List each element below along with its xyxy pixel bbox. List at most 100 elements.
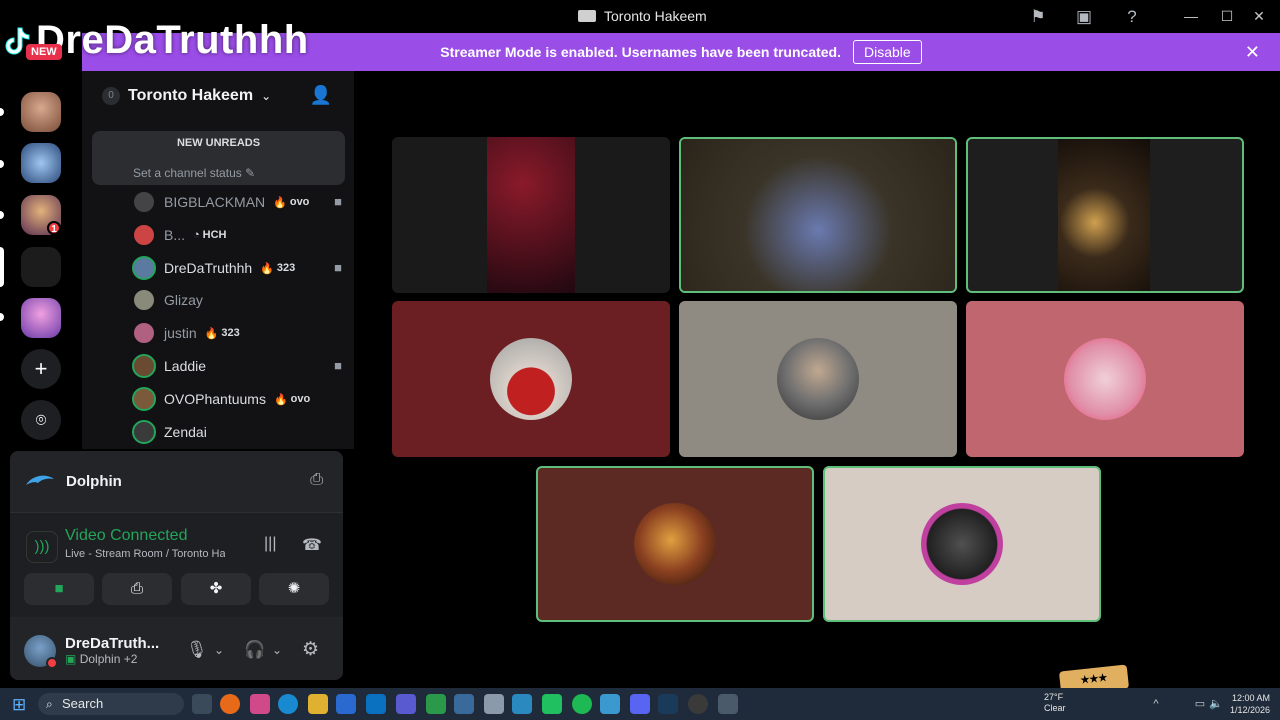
avatar-tile[interactable] [536,466,814,622]
windows-start-icon[interactable]: ⊞ [12,695,26,715]
firefox-icon[interactable] [220,694,240,714]
participant-avatar [1064,338,1146,420]
server-header[interactable]: 0 Toronto Hakeem ⌄ 👤 [82,71,354,121]
signal-icon[interactable]: ))) [26,531,58,563]
voice-location[interactable]: Live - Stream Room / Toronto Ha... [65,548,225,560]
server-icon[interactable] [21,247,61,287]
avatar-tile[interactable] [823,466,1101,622]
user-activity: ▣ Dolphin +2 [65,652,138,666]
voice-member[interactable]: Glizay [132,287,342,313]
activity-bar[interactable]: Dolphin ⎙ [10,451,343,513]
screenshare-button[interactable]: ⎙ [102,573,172,605]
new-unreads-pill[interactable]: NEW UNREADS Set a channel status ✎ [92,131,345,185]
mention-badge: 1 [47,221,61,235]
weather-temp: 27°F [1044,692,1064,702]
weather-widget[interactable]: 27°F Clear [1044,692,1066,714]
voice-member[interactable]: DreDaTruthhh 🔥 323 ■ [132,255,342,281]
app-icon[interactable] [336,694,356,714]
voice-member[interactable]: Laddie ■ [132,353,342,379]
minimize-button[interactable]: — [1176,6,1206,26]
voice-status-text[interactable]: Video Connected [65,527,187,545]
activity-name: Dolphin [66,473,122,490]
outlook-icon[interactable] [366,694,386,714]
member-tag: 🔥 323 [260,262,296,275]
unread-indicator [0,160,4,168]
voice-member[interactable]: justin 🔥 323 [132,320,342,346]
chevron-down-icon[interactable]: ⌄ [272,643,282,657]
file-explorer-icon[interactable] [308,694,328,714]
soundboard-button[interactable]: ✺ [259,573,329,605]
voice-member[interactable]: Zendai [132,419,342,445]
member-name: DreDaTruthhh [164,260,253,276]
invite-people-icon[interactable]: 👤 [310,85,332,106]
disconnect-icon[interactable]: ☎ [302,535,322,555]
close-window-button[interactable]: ✕ [1244,6,1274,26]
volume-icon[interactable]: 🔈 [1206,694,1226,714]
disable-streamer-mode-button[interactable]: Disable [853,40,922,64]
server-icon[interactable] [21,143,61,183]
video-tile[interactable] [392,137,670,293]
settings-icon[interactable] [718,694,738,714]
camera-button[interactable]: ■ [24,573,94,605]
headphones-icon[interactable]: 🎧 [244,640,265,660]
screen-icon[interactable]: ▣ [1074,7,1094,27]
member-name: OVOPhantuums [164,391,266,407]
close-banner-button[interactable]: ✕ [1245,42,1260,63]
avatar [132,288,156,312]
chevron-down-icon: ⌄ [261,89,272,103]
app-icon[interactable] [454,694,474,714]
app-icon[interactable] [512,694,532,714]
server-icon[interactable] [21,92,61,132]
edge-icon[interactable] [278,694,298,714]
voice-member[interactable]: OVOPhantuums 🔥 ovo [132,386,342,412]
system-clock[interactable]: 12:00 AM 1/12/2026 [1228,692,1270,716]
chevron-down-icon[interactable]: ⌄ [214,643,224,657]
steam-icon[interactable] [658,694,678,714]
video-tile[interactable] [679,137,957,293]
windows-taskbar: ⊞ ⌕ Search 27°F Clear ^ ▭ 🔈 12:00 AM 1/1… [0,688,1280,720]
activities-button[interactable]: ✤ [181,573,251,605]
user-panel: Dolphin ⎙ ))) Video Connected Live - Str… [10,451,343,680]
flag-icon[interactable]: ⚑ [1028,7,1048,27]
noise-suppression-icon[interactable]: ||| [264,535,276,553]
user-area[interactable]: DreDaTruth... ▣ Dolphin +2 🎙 ⌄ 🎧 ⌄ ⚙ [10,621,343,680]
stream-game-icon[interactable]: ⎙ [310,471,323,489]
chevron-up-icon[interactable]: ^ [1146,694,1166,714]
app-icon[interactable] [600,694,620,714]
server-icon[interactable] [21,298,61,338]
avatar-tile[interactable] [966,301,1244,457]
microphone-icon[interactable]: 🎙 [186,640,208,660]
member-name: Zendai [164,424,207,440]
app-icon[interactable] [250,694,270,714]
member-name: BIGBLACKMAN [164,194,266,210]
channel-status-text[interactable]: Set a channel status ✎ [133,166,255,180]
dolphin-icon [26,475,54,485]
voice-member[interactable]: BIGBLACKMAN 🔥 ovo ■ [132,189,342,215]
participant-avatar [490,338,572,420]
voice-member[interactable]: B... ◔ HCH [132,222,342,248]
app-icon[interactable] [426,694,446,714]
teams-icon[interactable] [396,694,416,714]
discover-button[interactable]: ⌾ [21,400,61,440]
server-icon[interactable]: 1 [21,195,61,235]
discord-icon[interactable] [630,694,650,714]
taskbar-search[interactable]: ⌕ Search [38,693,184,715]
maximize-button[interactable]: ☐ [1212,6,1242,26]
camera-icon: ■ [334,358,342,373]
avatar [132,190,156,214]
app-icon[interactable] [542,694,562,714]
user-avatar[interactable] [24,634,58,669]
help-icon[interactable]: ? [1122,7,1142,27]
avatar [132,223,156,247]
member-tag: 🔥 ovo [273,196,310,209]
member-name: Laddie [164,358,207,374]
add-server-button[interactable]: + [21,349,61,389]
taskview-icon[interactable] [192,694,212,714]
video-tile[interactable] [966,137,1244,293]
app-icon[interactable] [688,694,708,714]
settings-gear-icon[interactable]: ⚙ [302,638,319,661]
spotify-icon[interactable] [572,694,592,714]
avatar-tile[interactable] [679,301,957,457]
app-icon[interactable] [484,694,504,714]
avatar-tile[interactable] [392,301,670,457]
